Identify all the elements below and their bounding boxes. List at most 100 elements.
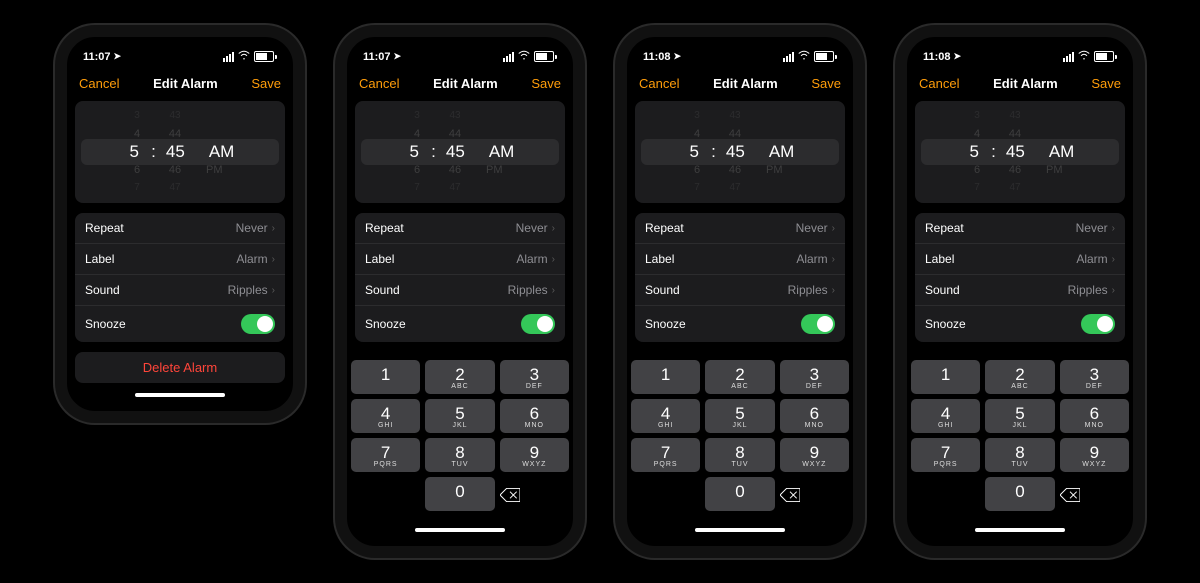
picker-colon: : xyxy=(711,143,716,161)
keypad-key-3[interactable]: 3DEF xyxy=(500,360,569,394)
status-time: 11:08 xyxy=(923,51,951,63)
keypad-key-2[interactable]: 2ABC xyxy=(985,360,1054,394)
snooze-toggle[interactable] xyxy=(801,314,835,334)
keypad-key-6[interactable]: 6MNO xyxy=(500,399,569,433)
notch xyxy=(125,37,235,55)
keypad-key-3[interactable]: 3DEF xyxy=(780,360,849,394)
chevron-right-icon: › xyxy=(552,285,555,296)
keypad-key-3[interactable]: 3DEF xyxy=(1060,360,1129,394)
key-number: 1 xyxy=(631,366,700,383)
key-number: 3 xyxy=(500,366,569,383)
keypad-key-9[interactable]: 9WXYZ xyxy=(780,438,849,472)
numeric-keypad: 1 2ABC3DEF 4GHI5JKL6MNO 7PQRS8TUV9WXYZ0 xyxy=(627,354,853,520)
chevron-right-icon: › xyxy=(552,223,555,234)
keypad-key-7[interactable]: 7PQRS xyxy=(911,438,980,472)
key-letters: PQRS xyxy=(351,461,420,468)
home-indicator[interactable] xyxy=(415,528,505,532)
keypad-key-5[interactable]: 5JKL xyxy=(705,399,774,433)
save-button[interactable]: Save xyxy=(811,76,841,91)
keypad-key-9[interactable]: 9WXYZ xyxy=(500,438,569,472)
key-number: 9 xyxy=(780,444,849,461)
keypad-key-8[interactable]: 8TUV xyxy=(705,438,774,472)
time-picker[interactable]: 3434445:45AM646PM747 xyxy=(915,101,1125,203)
save-button[interactable]: Save xyxy=(531,76,561,91)
keypad-key-8[interactable]: 8TUV xyxy=(985,438,1054,472)
time-picker[interactable]: 3434445:45AM646PM747 xyxy=(355,101,565,203)
keypad-key-8[interactable]: 8TUV xyxy=(425,438,494,472)
setting-sound[interactable]: SoundRipples› xyxy=(635,275,845,306)
cancel-button[interactable]: Cancel xyxy=(919,76,959,91)
setting-label: Snooze xyxy=(85,317,126,331)
picker-ampm: PM xyxy=(1046,161,1070,179)
keypad-backspace[interactable] xyxy=(1060,477,1129,511)
alarm-settings: RepeatNever›LabelAlarm›SoundRipples› Snoo… xyxy=(75,213,285,342)
keypad-key-1[interactable]: 1 xyxy=(631,360,700,394)
home-indicator[interactable] xyxy=(975,528,1065,532)
time-picker[interactable]: 3434445:45AM646PM747 xyxy=(635,101,845,203)
setting-label: Label xyxy=(365,252,394,266)
picker-colon: : xyxy=(151,143,156,161)
status-time: 11:07 xyxy=(83,51,111,63)
keypad-key-4[interactable]: 4GHI xyxy=(631,399,700,433)
save-button[interactable]: Save xyxy=(1091,76,1121,91)
setting-label: Snooze xyxy=(365,317,406,331)
keypad-key-6[interactable]: 6MNO xyxy=(780,399,849,433)
keypad-key-1[interactable]: 1 xyxy=(911,360,980,394)
picker-ampm xyxy=(486,179,510,197)
cancel-button[interactable]: Cancel xyxy=(639,76,679,91)
setting-value: Never xyxy=(796,221,828,235)
keypad-backspace[interactable] xyxy=(780,477,849,511)
picker-ampm: AM xyxy=(1049,143,1073,161)
keypad-key-7[interactable]: 7PQRS xyxy=(351,438,420,472)
setting-repeat[interactable]: RepeatNever› xyxy=(635,213,845,244)
chevron-right-icon: › xyxy=(552,254,555,265)
picker-ampm: AM xyxy=(489,143,513,161)
snooze-toggle[interactable] xyxy=(521,314,555,334)
setting-label[interactable]: LabelAlarm› xyxy=(75,244,285,275)
keypad-key-0[interactable]: 0 xyxy=(985,477,1054,511)
keypad-key-1[interactable]: 1 xyxy=(351,360,420,394)
key-letters xyxy=(351,383,420,390)
keypad-key-2[interactable]: 2ABC xyxy=(705,360,774,394)
key-letters: PQRS xyxy=(911,461,980,468)
home-indicator[interactable] xyxy=(135,393,225,397)
keypad-key-4[interactable]: 4GHI xyxy=(351,399,420,433)
keypad-key-7[interactable]: 7PQRS xyxy=(631,438,700,472)
keypad-key-4[interactable]: 4GHI xyxy=(911,399,980,433)
time-picker[interactable]: 3434445:45AM646PM747 xyxy=(75,101,285,203)
setting-sound[interactable]: SoundRipples› xyxy=(75,275,285,306)
key-letters xyxy=(631,383,700,390)
keypad-key-5[interactable]: 5JKL xyxy=(985,399,1054,433)
keypad-key-9[interactable]: 9WXYZ xyxy=(1060,438,1129,472)
setting-sound[interactable]: SoundRipples› xyxy=(915,275,1125,306)
setting-value: Never xyxy=(1076,221,1108,235)
key-number: 5 xyxy=(705,405,774,422)
save-button[interactable]: Save xyxy=(251,76,281,91)
home-indicator[interactable] xyxy=(695,528,785,532)
setting-repeat[interactable]: RepeatNever› xyxy=(915,213,1125,244)
setting-sound[interactable]: SoundRipples› xyxy=(355,275,565,306)
keypad-key-0[interactable]: 0 xyxy=(425,477,494,511)
keypad-key-5[interactable]: 5JKL xyxy=(425,399,494,433)
snooze-toggle[interactable] xyxy=(241,314,275,334)
keypad-key-6[interactable]: 6MNO xyxy=(1060,399,1129,433)
key-letters: DEF xyxy=(500,383,569,390)
setting-repeat[interactable]: RepeatNever› xyxy=(355,213,565,244)
cancel-button[interactable]: Cancel xyxy=(79,76,119,91)
keypad-key-0[interactable]: 0 xyxy=(705,477,774,511)
setting-label[interactable]: LabelAlarm› xyxy=(915,244,1125,275)
keypad-backspace[interactable] xyxy=(500,477,569,511)
cancel-button[interactable]: Cancel xyxy=(359,76,399,91)
setting-repeat[interactable]: RepeatNever› xyxy=(75,213,285,244)
delete-alarm-button[interactable]: Delete Alarm xyxy=(75,352,285,383)
key-letters: GHI xyxy=(631,422,700,429)
setting-label[interactable]: LabelAlarm› xyxy=(355,244,565,275)
setting-value: Alarm xyxy=(236,252,267,266)
picker-hour: 5 xyxy=(687,143,701,161)
battery-icon xyxy=(254,51,277,62)
location-icon: ➤ xyxy=(394,51,402,62)
snooze-toggle[interactable] xyxy=(1081,314,1115,334)
setting-label[interactable]: LabelAlarm› xyxy=(635,244,845,275)
picker-ampm xyxy=(1046,125,1070,143)
keypad-key-2[interactable]: 2ABC xyxy=(425,360,494,394)
